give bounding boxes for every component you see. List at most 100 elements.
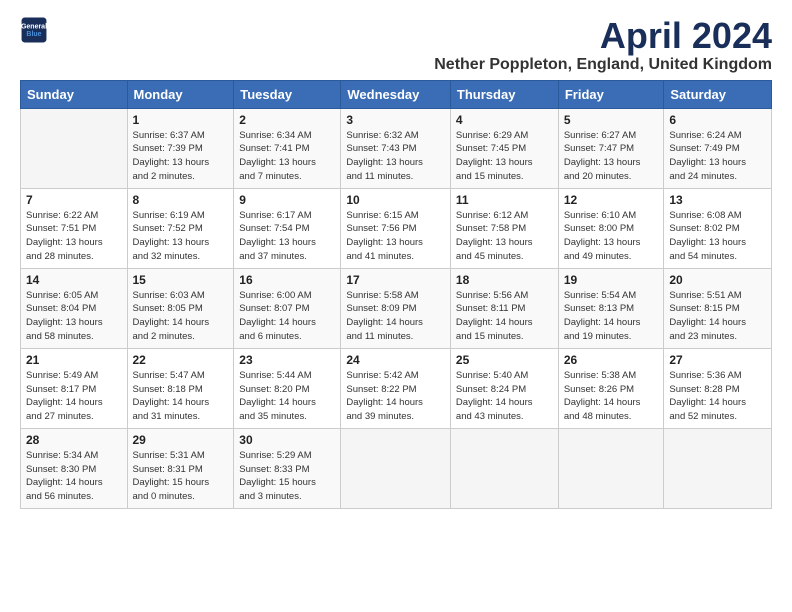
calendar-cell: 21 Sunrise: 5:49 AM Sunset: 8:17 PM Dayli… bbox=[21, 348, 128, 428]
day-info: Sunrise: 5:58 AM Sunset: 8:09 PM Dayligh… bbox=[346, 289, 445, 344]
day-info: Sunrise: 5:34 AM Sunset: 8:30 PM Dayligh… bbox=[26, 449, 122, 504]
logo: General Blue bbox=[20, 16, 48, 44]
header: General Blue April 2024 Nether Poppleton… bbox=[20, 16, 772, 74]
day-info: Sunrise: 6:22 AM Sunset: 7:51 PM Dayligh… bbox=[26, 209, 122, 264]
day-info: Sunrise: 6:17 AM Sunset: 7:54 PM Dayligh… bbox=[239, 209, 335, 264]
day-info: Sunrise: 5:40 AM Sunset: 8:24 PM Dayligh… bbox=[456, 369, 553, 424]
day-number: 23 bbox=[239, 353, 335, 367]
day-number: 9 bbox=[239, 193, 335, 207]
calendar-cell: 18 Sunrise: 5:56 AM Sunset: 8:11 PM Dayli… bbox=[450, 268, 558, 348]
day-number: 5 bbox=[564, 113, 659, 127]
calendar-cell: 22Sunrise: 5:47 AM Sunset: 8:18 PM Dayli… bbox=[127, 348, 234, 428]
calendar-cell: 11 Sunrise: 6:12 AM Sunset: 7:58 PM Dayli… bbox=[450, 188, 558, 268]
day-number: 18 bbox=[456, 273, 553, 287]
weekday-header-wednesday: Wednesday bbox=[341, 80, 451, 108]
day-number: 4 bbox=[456, 113, 553, 127]
day-info: Sunrise: 5:44 AM Sunset: 8:20 PM Dayligh… bbox=[239, 369, 335, 424]
calendar-cell bbox=[450, 428, 558, 508]
weekday-header-tuesday: Tuesday bbox=[234, 80, 341, 108]
day-info: Sunrise: 5:36 AM Sunset: 8:28 PM Dayligh… bbox=[669, 369, 766, 424]
day-info: Sunrise: 6:00 AM Sunset: 8:07 PM Dayligh… bbox=[239, 289, 335, 344]
calendar-cell: 26 Sunrise: 5:38 AM Sunset: 8:26 PM Dayli… bbox=[558, 348, 664, 428]
svg-text:Blue: Blue bbox=[26, 31, 41, 38]
calendar-cell: 16 Sunrise: 6:00 AM Sunset: 8:07 PM Dayli… bbox=[234, 268, 341, 348]
calendar-cell bbox=[21, 108, 128, 188]
logo-icon: General Blue bbox=[20, 16, 48, 44]
calendar-cell: 30 Sunrise: 5:29 AM Sunset: 8:33 PM Dayli… bbox=[234, 428, 341, 508]
day-info: Sunrise: 6:37 AM Sunset: 7:39 PM Dayligh… bbox=[133, 129, 229, 184]
day-info: Sunrise: 6:05 AM Sunset: 8:04 PM Dayligh… bbox=[26, 289, 122, 344]
day-info: Sunrise: 5:56 AM Sunset: 8:11 PM Dayligh… bbox=[456, 289, 553, 344]
weekday-header-sunday: Sunday bbox=[21, 80, 128, 108]
calendar-cell: 7 Sunrise: 6:22 AM Sunset: 7:51 PM Daylig… bbox=[21, 188, 128, 268]
day-number: 21 bbox=[26, 353, 122, 367]
weekday-header-monday: Monday bbox=[127, 80, 234, 108]
calendar-week-5: 28Sunrise: 5:34 AM Sunset: 8:30 PM Dayli… bbox=[21, 428, 772, 508]
calendar-cell: 3 Sunrise: 6:32 AM Sunset: 7:43 PM Daylig… bbox=[341, 108, 451, 188]
day-info: Sunrise: 5:38 AM Sunset: 8:26 PM Dayligh… bbox=[564, 369, 659, 424]
calendar-cell: 28Sunrise: 5:34 AM Sunset: 8:30 PM Dayli… bbox=[21, 428, 128, 508]
calendar-cell: 25 Sunrise: 5:40 AM Sunset: 8:24 PM Dayli… bbox=[450, 348, 558, 428]
day-number: 15 bbox=[133, 273, 229, 287]
calendar-cell bbox=[664, 428, 772, 508]
day-info: Sunrise: 6:03 AM Sunset: 8:05 PM Dayligh… bbox=[133, 289, 229, 344]
weekday-header-saturday: Saturday bbox=[664, 80, 772, 108]
weekday-header-friday: Friday bbox=[558, 80, 664, 108]
calendar-cell: 6Sunrise: 6:24 AM Sunset: 7:49 PM Daylig… bbox=[664, 108, 772, 188]
day-number: 24 bbox=[346, 353, 445, 367]
day-number: 1 bbox=[133, 113, 229, 127]
day-info: Sunrise: 6:08 AM Sunset: 8:02 PM Dayligh… bbox=[669, 209, 766, 264]
calendar-week-2: 7 Sunrise: 6:22 AM Sunset: 7:51 PM Daylig… bbox=[21, 188, 772, 268]
day-number: 13 bbox=[669, 193, 766, 207]
calendar-cell: 14Sunrise: 6:05 AM Sunset: 8:04 PM Dayli… bbox=[21, 268, 128, 348]
day-number: 20 bbox=[669, 273, 766, 287]
day-number: 25 bbox=[456, 353, 553, 367]
day-number: 29 bbox=[133, 433, 229, 447]
day-number: 26 bbox=[564, 353, 659, 367]
day-info: Sunrise: 6:12 AM Sunset: 7:58 PM Dayligh… bbox=[456, 209, 553, 264]
calendar-cell: 2 Sunrise: 6:34 AM Sunset: 7:41 PM Daylig… bbox=[234, 108, 341, 188]
calendar-cell: 15 Sunrise: 6:03 AM Sunset: 8:05 PM Dayli… bbox=[127, 268, 234, 348]
calendar-cell: 10 Sunrise: 6:15 AM Sunset: 7:56 PM Dayli… bbox=[341, 188, 451, 268]
day-number: 8 bbox=[133, 193, 229, 207]
day-info: Sunrise: 5:51 AM Sunset: 8:15 PM Dayligh… bbox=[669, 289, 766, 344]
calendar-cell: 27Sunrise: 5:36 AM Sunset: 8:28 PM Dayli… bbox=[664, 348, 772, 428]
day-info: Sunrise: 6:15 AM Sunset: 7:56 PM Dayligh… bbox=[346, 209, 445, 264]
day-number: 2 bbox=[239, 113, 335, 127]
day-number: 7 bbox=[26, 193, 122, 207]
day-number: 22 bbox=[133, 353, 229, 367]
calendar-header: SundayMondayTuesdayWednesdayThursdayFrid… bbox=[21, 80, 772, 108]
calendar-week-1: 1 Sunrise: 6:37 AM Sunset: 7:39 PM Daylig… bbox=[21, 108, 772, 188]
calendar-cell: 24Sunrise: 5:42 AM Sunset: 8:22 PM Dayli… bbox=[341, 348, 451, 428]
calendar-cell: 8 Sunrise: 6:19 AM Sunset: 7:52 PM Daylig… bbox=[127, 188, 234, 268]
day-number: 17 bbox=[346, 273, 445, 287]
day-number: 10 bbox=[346, 193, 445, 207]
calendar-cell: 5 Sunrise: 6:27 AM Sunset: 7:47 PM Daylig… bbox=[558, 108, 664, 188]
day-number: 12 bbox=[564, 193, 659, 207]
calendar-cell: 19 Sunrise: 5:54 AM Sunset: 8:13 PM Dayli… bbox=[558, 268, 664, 348]
day-info: Sunrise: 6:32 AM Sunset: 7:43 PM Dayligh… bbox=[346, 129, 445, 184]
day-info: Sunrise: 6:10 AM Sunset: 8:00 PM Dayligh… bbox=[564, 209, 659, 264]
day-number: 19 bbox=[564, 273, 659, 287]
day-info: Sunrise: 5:29 AM Sunset: 8:33 PM Dayligh… bbox=[239, 449, 335, 504]
day-number: 16 bbox=[239, 273, 335, 287]
calendar-cell: 20 Sunrise: 5:51 AM Sunset: 8:15 PM Dayli… bbox=[664, 268, 772, 348]
day-info: Sunrise: 6:29 AM Sunset: 7:45 PM Dayligh… bbox=[456, 129, 553, 184]
day-number: 3 bbox=[346, 113, 445, 127]
day-number: 30 bbox=[239, 433, 335, 447]
day-number: 6 bbox=[669, 113, 766, 127]
calendar-cell: 1 Sunrise: 6:37 AM Sunset: 7:39 PM Daylig… bbox=[127, 108, 234, 188]
title-area: April 2024 Nether Poppleton, England, Un… bbox=[434, 16, 772, 74]
month-title: April 2024 bbox=[434, 16, 772, 56]
calendar-cell bbox=[558, 428, 664, 508]
day-number: 11 bbox=[456, 193, 553, 207]
location-subtitle: Nether Poppleton, England, United Kingdo… bbox=[434, 56, 772, 74]
calendar-cell: 4 Sunrise: 6:29 AM Sunset: 7:45 PM Daylig… bbox=[450, 108, 558, 188]
calendar-cell bbox=[341, 428, 451, 508]
day-info: Sunrise: 6:34 AM Sunset: 7:41 PM Dayligh… bbox=[239, 129, 335, 184]
day-info: Sunrise: 6:27 AM Sunset: 7:47 PM Dayligh… bbox=[564, 129, 659, 184]
day-info: Sunrise: 6:19 AM Sunset: 7:52 PM Dayligh… bbox=[133, 209, 229, 264]
day-info: Sunrise: 5:49 AM Sunset: 8:17 PM Dayligh… bbox=[26, 369, 122, 424]
day-info: Sunrise: 5:54 AM Sunset: 8:13 PM Dayligh… bbox=[564, 289, 659, 344]
svg-text:General: General bbox=[21, 23, 47, 30]
